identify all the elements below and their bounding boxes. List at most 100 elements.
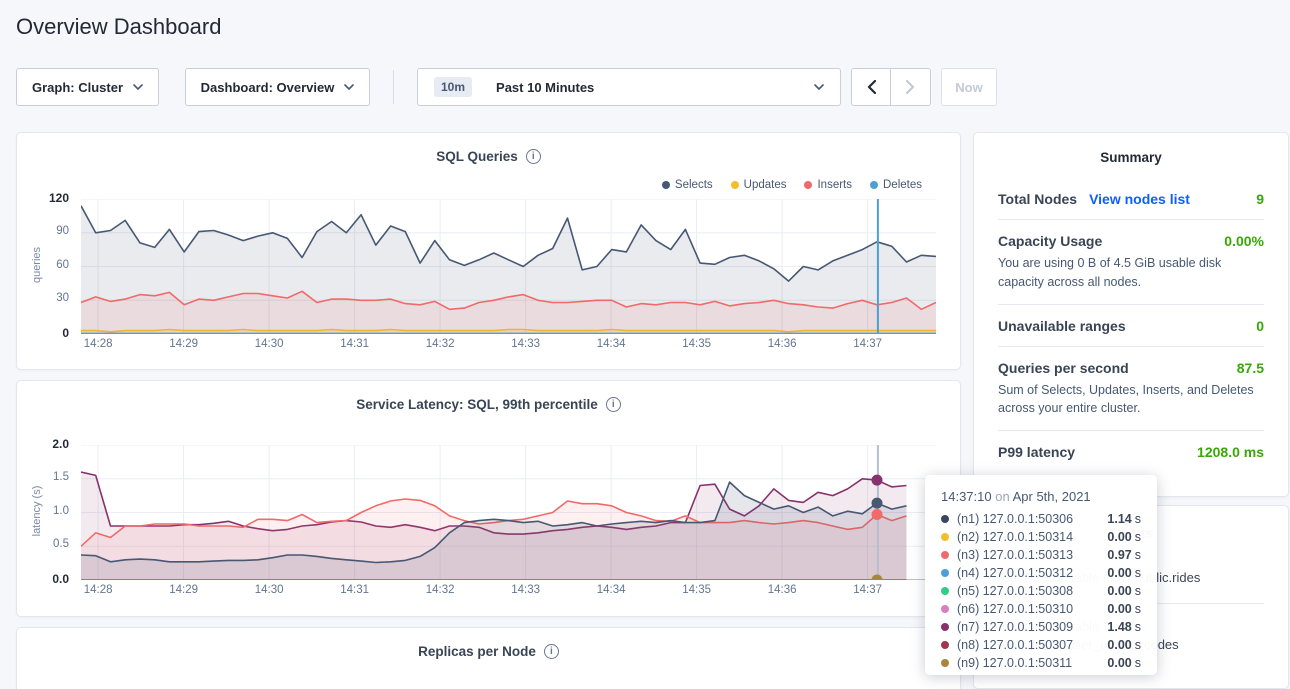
x-tick-label: 14:34 [587, 584, 635, 596]
info-icon[interactable]: i [544, 644, 559, 659]
y-tick-label: 0.5 [53, 538, 69, 550]
legend-label: Selects [675, 179, 713, 191]
chevron-down-icon [814, 84, 824, 90]
tooltip-node-unit: s [1135, 620, 1141, 634]
tooltip-node-row: (n8) 127.0.0.1:503070.00s [941, 636, 1141, 654]
summary-row-capacity-usage: Capacity Usage 0.00% You are using 0 B o… [998, 219, 1264, 304]
legend-label: Deletes [883, 179, 922, 191]
tooltip-node-row: (n6) 127.0.0.1:503100.00s [941, 600, 1141, 618]
now-button[interactable]: Now [941, 68, 997, 106]
legend-dot-icon [870, 181, 878, 189]
node-color-dot-icon [941, 641, 949, 649]
graph-selector-dropdown[interactable]: Graph: Cluster [16, 68, 159, 106]
tooltip-node-value: 0.00 [1107, 584, 1131, 598]
tooltip-node-unit: s [1135, 566, 1141, 580]
time-prev-button[interactable] [851, 68, 891, 106]
legend-dot-icon [662, 181, 670, 189]
node-color-dot-icon [941, 533, 949, 541]
unavailable-ranges-value: 0 [1256, 318, 1264, 334]
x-tick-label: 14:32 [416, 338, 464, 350]
total-nodes-value: 9 [1256, 191, 1264, 207]
legend-item-deletes[interactable]: Deletes [870, 179, 922, 191]
x-tick-label: 14:30 [245, 338, 293, 350]
service-latency-chart-title: Service Latency: SQL, 99th percentile [356, 397, 598, 412]
service-latency-svg [81, 445, 936, 580]
tooltip-node-row: (n7) 127.0.0.1:503091.48 s [941, 618, 1141, 636]
tooltip-node-value: 1.14 [1107, 512, 1131, 526]
tooltip-node-row: (n4) 127.0.0.1:503120.00s [941, 564, 1141, 582]
y-tick-label: 60 [56, 259, 69, 271]
dashboard-selector-label: Dashboard: Overview [201, 80, 335, 95]
info-icon[interactable]: i [526, 149, 541, 164]
page-title: Overview Dashboard [16, 14, 221, 40]
tooltip-node-value: 1.48 [1107, 620, 1131, 634]
p99-latency-label: P99 latency [998, 444, 1075, 460]
chevron-down-icon [133, 84, 143, 90]
total-nodes-label: Total Nodes [998, 191, 1077, 207]
service-latency-plot-area[interactable]: latency (s) 0.00.51.01.52.0 14:2814:2914… [81, 445, 936, 580]
x-tick-label: 14:37 [844, 584, 892, 596]
tooltip-node-label: (n1) 127.0.0.1:50306 [957, 512, 1107, 526]
info-icon[interactable]: i [606, 397, 621, 412]
y-tick-label: 0 [62, 326, 69, 340]
x-tick-label: 14:28 [74, 584, 122, 596]
legend-item-updates[interactable]: Updates [731, 179, 787, 191]
tooltip-node-value: 0.00 [1107, 602, 1131, 616]
tooltip-node-row: (n1) 127.0.0.1:503061.14 s [941, 510, 1141, 528]
legend-item-inserts[interactable]: Inserts [804, 179, 852, 191]
tooltip-node-unit: s [1135, 638, 1141, 652]
tooltip-node-label: (n7) 127.0.0.1:50309 [957, 620, 1107, 634]
tooltip-node-unit: s [1135, 512, 1141, 526]
tooltip-timestamp: 14:37:10 on Apr 5th, 2021 [941, 489, 1141, 504]
chart-hover-tooltip: 14:37:10 on Apr 5th, 2021 (n1) 127.0.0.1… [925, 475, 1157, 675]
y-tick-label: 0.0 [52, 572, 69, 586]
replicas-per-node-card: Replicas per Node i [16, 627, 961, 689]
legend-label: Inserts [817, 179, 852, 191]
time-next-button[interactable] [891, 68, 931, 106]
x-tick-label: 14:31 [331, 584, 379, 596]
x-tick-label: 14:29 [160, 338, 208, 350]
time-range-dropdown[interactable]: 10m Past 10 Minutes [417, 68, 841, 106]
tooltip-node-label: (n9) 127.0.0.1:50311 [957, 656, 1107, 670]
queries-per-second-label: Queries per second [998, 360, 1129, 376]
x-tick-label: 14:37 [844, 338, 892, 350]
y-tick-label: 1.0 [53, 505, 69, 517]
y-tick-label: 120 [49, 191, 69, 205]
legend-item-selects[interactable]: Selects [662, 179, 713, 191]
dashboard-selector-dropdown[interactable]: Dashboard: Overview [185, 68, 370, 106]
legend-label: Updates [744, 179, 787, 191]
y-tick-label: 90 [56, 225, 69, 237]
tooltip-node-value: 0.00 [1107, 656, 1131, 670]
tooltip-node-value: 0.97 [1107, 548, 1131, 562]
legend-dot-icon [731, 181, 739, 189]
summary-row-p99-latency: P99 latency 1208.0 ms [998, 430, 1264, 472]
graph-selector-label: Graph: Cluster [32, 80, 123, 95]
summary-panel: Summary Total Nodes View nodes list 9 Ca… [973, 132, 1289, 497]
view-nodes-list-link[interactable]: View nodes list [1089, 191, 1190, 207]
node-color-dot-icon [941, 569, 949, 577]
node-color-dot-icon [941, 605, 949, 613]
y-tick-label: 1.5 [53, 471, 69, 483]
capacity-usage-label: Capacity Usage [998, 233, 1102, 249]
sql-queries-card: SQL Queries i SelectsUpdatesInsertsDelet… [16, 132, 961, 370]
tooltip-node-unit: s [1135, 584, 1141, 598]
sql-queries-legend: Selects Updates Inserts Deletes [662, 179, 922, 191]
unavailable-ranges-label: Unavailable ranges [998, 318, 1126, 334]
x-tick-label: 14:35 [673, 338, 721, 350]
queries-per-second-value: 87.5 [1237, 360, 1264, 376]
node-color-dot-icon [941, 587, 949, 595]
sql-queries-plot-area[interactable]: queries 0306090120 14:2814:2914:3014:311… [81, 199, 936, 334]
tooltip-node-row: (n3) 127.0.0.1:503130.97s [941, 546, 1141, 564]
queries-per-second-description: Sum of Selects, Updates, Inserts, and De… [998, 381, 1264, 419]
x-tick-label: 14:32 [416, 584, 464, 596]
time-range-badge: 10m [434, 77, 472, 97]
time-range-label: Past 10 Minutes [496, 80, 594, 95]
tooltip-node-label: (n5) 127.0.0.1:50308 [957, 584, 1107, 598]
x-tick-label: 14:31 [331, 338, 379, 350]
legend-dot-icon [804, 181, 812, 189]
tooltip-node-label: (n2) 127.0.0.1:50314 [957, 530, 1107, 544]
tooltip-node-unit: s [1135, 548, 1141, 562]
summary-row-total-nodes: Total Nodes View nodes list 9 [998, 178, 1264, 219]
replicas-chart-title: Replicas per Node [418, 644, 536, 659]
y-tick-label: 2.0 [52, 437, 69, 451]
